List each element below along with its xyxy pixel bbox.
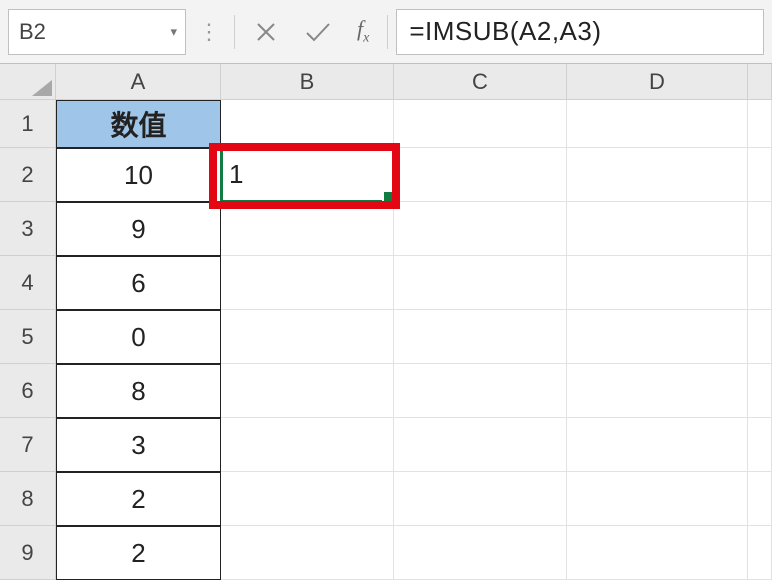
cell-D9[interactable] bbox=[567, 526, 748, 580]
cell-C5[interactable] bbox=[394, 310, 567, 364]
row-1: 1 数值 bbox=[0, 100, 772, 148]
spreadsheet-grid: A B C D 1 数值 2 10 1 3 9 bbox=[0, 64, 772, 580]
cell-B1[interactable] bbox=[221, 100, 394, 148]
accept-button[interactable] bbox=[295, 10, 341, 54]
cell-E5[interactable] bbox=[748, 310, 772, 364]
cell-D6[interactable] bbox=[567, 364, 748, 418]
cell-B8[interactable] bbox=[221, 472, 394, 526]
col-header-D[interactable]: D bbox=[567, 64, 748, 100]
row-9: 9 2 bbox=[0, 526, 772, 580]
cell-D8[interactable] bbox=[567, 472, 748, 526]
col-header-A[interactable]: A bbox=[56, 64, 221, 100]
row-header-5[interactable]: 5 bbox=[0, 310, 56, 364]
vertical-dots-icon[interactable]: ⋮ bbox=[192, 21, 226, 43]
fx-icon[interactable]: fx bbox=[347, 16, 379, 46]
row-header-4[interactable]: 4 bbox=[0, 256, 56, 310]
formula-text: =IMSUB(A2,A3) bbox=[409, 16, 601, 47]
cell-E4[interactable] bbox=[748, 256, 772, 310]
cell-A4[interactable]: 6 bbox=[56, 256, 221, 310]
rows: 1 数值 2 10 1 3 9 4 6 bbox=[0, 100, 772, 580]
cell-E2[interactable] bbox=[748, 148, 772, 202]
cell-C7[interactable] bbox=[394, 418, 567, 472]
cell-C1[interactable] bbox=[394, 100, 567, 148]
name-box-value: B2 bbox=[19, 19, 46, 45]
cell-C3[interactable] bbox=[394, 202, 567, 256]
cell-C4[interactable] bbox=[394, 256, 567, 310]
cell-E6[interactable] bbox=[748, 364, 772, 418]
cell-A6[interactable]: 8 bbox=[56, 364, 221, 418]
cell-C6[interactable] bbox=[394, 364, 567, 418]
cell-A8[interactable]: 2 bbox=[56, 472, 221, 526]
row-8: 8 2 bbox=[0, 472, 772, 526]
cell-D1[interactable] bbox=[567, 100, 748, 148]
row-header-1[interactable]: 1 bbox=[0, 100, 56, 148]
row-header-8[interactable]: 8 bbox=[0, 472, 56, 526]
cell-A2[interactable]: 10 bbox=[56, 148, 221, 202]
col-header-E[interactable] bbox=[748, 64, 772, 100]
row-4: 4 6 bbox=[0, 256, 772, 310]
select-all-corner[interactable] bbox=[0, 64, 56, 100]
dropdown-icon[interactable]: ▾ bbox=[170, 24, 177, 40]
row-header-6[interactable]: 6 bbox=[0, 364, 56, 418]
row-5: 5 0 bbox=[0, 310, 772, 364]
cell-D2[interactable] bbox=[567, 148, 748, 202]
formula-input[interactable]: =IMSUB(A2,A3) bbox=[396, 9, 764, 55]
cell-E1[interactable] bbox=[748, 100, 772, 148]
cancel-button[interactable] bbox=[243, 10, 289, 54]
col-header-B[interactable]: B bbox=[221, 64, 394, 100]
col-header-C[interactable]: C bbox=[394, 64, 567, 100]
row-header-3[interactable]: 3 bbox=[0, 202, 56, 256]
cell-E8[interactable] bbox=[748, 472, 772, 526]
cell-A5[interactable]: 0 bbox=[56, 310, 221, 364]
cell-D5[interactable] bbox=[567, 310, 748, 364]
cell-A3[interactable]: 9 bbox=[56, 202, 221, 256]
name-box[interactable]: B2 ▾ bbox=[8, 9, 186, 55]
cell-B2-value: 1 bbox=[229, 159, 243, 190]
cell-E3[interactable] bbox=[748, 202, 772, 256]
cell-D3[interactable] bbox=[567, 202, 748, 256]
cell-B5[interactable] bbox=[221, 310, 394, 364]
row-2: 2 10 1 bbox=[0, 148, 772, 202]
cell-B6[interactable] bbox=[221, 364, 394, 418]
divider bbox=[234, 15, 235, 49]
cell-B3[interactable] bbox=[221, 202, 394, 256]
cell-C8[interactable] bbox=[394, 472, 567, 526]
cell-A9[interactable]: 2 bbox=[56, 526, 221, 580]
formula-bar: B2 ▾ ⋮ fx =IMSUB(A2,A3) bbox=[0, 0, 772, 64]
divider bbox=[387, 15, 388, 49]
cell-E9[interactable] bbox=[748, 526, 772, 580]
row-header-9[interactable]: 9 bbox=[0, 526, 56, 580]
row-6: 6 8 bbox=[0, 364, 772, 418]
cell-B4[interactable] bbox=[221, 256, 394, 310]
cell-C2[interactable] bbox=[394, 148, 567, 202]
cell-B2[interactable]: 1 bbox=[221, 148, 394, 202]
row-header-2[interactable]: 2 bbox=[0, 148, 56, 202]
row-header-7[interactable]: 7 bbox=[0, 418, 56, 472]
cell-D7[interactable] bbox=[567, 418, 748, 472]
column-headers: A B C D bbox=[0, 64, 772, 100]
cell-D4[interactable] bbox=[567, 256, 748, 310]
row-3: 3 9 bbox=[0, 202, 772, 256]
cell-A7[interactable]: 3 bbox=[56, 418, 221, 472]
cell-C9[interactable] bbox=[394, 526, 567, 580]
cell-A1[interactable]: 数值 bbox=[56, 100, 221, 148]
cell-B9[interactable] bbox=[221, 526, 394, 580]
row-7: 7 3 bbox=[0, 418, 772, 472]
cell-E7[interactable] bbox=[748, 418, 772, 472]
cell-B7[interactable] bbox=[221, 418, 394, 472]
